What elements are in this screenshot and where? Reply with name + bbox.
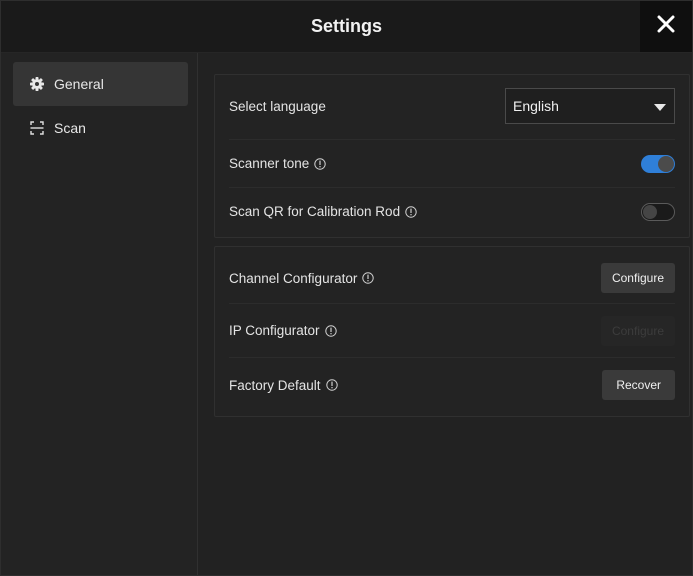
- info-icon[interactable]: [362, 272, 375, 284]
- scan-qr-text: Scan QR for Calibration Rod: [229, 204, 401, 219]
- close-button[interactable]: [640, 1, 692, 52]
- ip-configure-button[interactable]: Configure: [600, 315, 675, 346]
- factory-label: Factory Default: [229, 378, 338, 393]
- language-label: Select language: [229, 98, 326, 114]
- language-value: English: [513, 98, 559, 114]
- ip-text: IP Configurator: [229, 323, 320, 338]
- channel-text: Channel Configurator: [229, 270, 358, 286]
- channel-label: Channel Configurator: [229, 270, 375, 286]
- sidebar-item-general[interactable]: General: [13, 62, 188, 106]
- scanner-tone-text: Scanner tone: [229, 156, 310, 171]
- ip-label: IP Configurator: [229, 323, 337, 338]
- info-icon[interactable]: [405, 205, 417, 218]
- scan-qr-row: Scan QR for Calibration Rod: [229, 188, 675, 235]
- settings-content: Select language English Scanner tone Sca…: [198, 53, 692, 575]
- settings-window: Settings General Scan Select language En…: [0, 0, 693, 576]
- config-panel: Channel Configurator Configure IP Config…: [214, 246, 690, 417]
- language-select[interactable]: English: [505, 88, 675, 124]
- sidebar-item-label: Scan: [54, 120, 86, 136]
- scan-icon: [29, 120, 45, 136]
- ip-row: IP Configurator Configure: [229, 304, 675, 357]
- channel-row: Channel Configurator Configure: [229, 251, 675, 305]
- scanner-tone-label: Scanner tone: [229, 156, 327, 171]
- info-icon[interactable]: [314, 157, 327, 170]
- sidebar-item-scan[interactable]: Scan: [13, 106, 188, 150]
- scanner-tone-row: Scanner tone: [229, 140, 675, 187]
- scanner-tone-toggle[interactable]: [641, 154, 675, 173]
- scan-qr-label: Scan QR for Calibration Rod: [229, 204, 417, 219]
- window-title: Settings: [310, 16, 382, 36]
- channel-configure-button[interactable]: Configure: [600, 263, 675, 293]
- close-icon: [657, 15, 675, 38]
- recover-button[interactable]: Recover: [602, 370, 675, 400]
- toggle-knob: [658, 155, 674, 172]
- chevron-down-icon: [654, 98, 666, 114]
- info-icon[interactable]: [325, 379, 338, 391]
- scan-qr-toggle[interactable]: [641, 202, 675, 221]
- gear-icon: [29, 76, 45, 92]
- factory-text: Factory Default: [229, 377, 321, 393]
- title-bar: Settings: [1, 1, 692, 53]
- general-panel: Select language English Scanner tone Sca…: [214, 74, 690, 238]
- sidebar-item-label: General: [54, 76, 104, 92]
- sidebar: General Scan: [1, 53, 198, 575]
- language-row: Select language English: [229, 88, 675, 124]
- info-icon[interactable]: [324, 324, 337, 337]
- toggle-knob: [643, 204, 657, 219]
- factory-row: Factory Default Recover: [229, 358, 675, 412]
